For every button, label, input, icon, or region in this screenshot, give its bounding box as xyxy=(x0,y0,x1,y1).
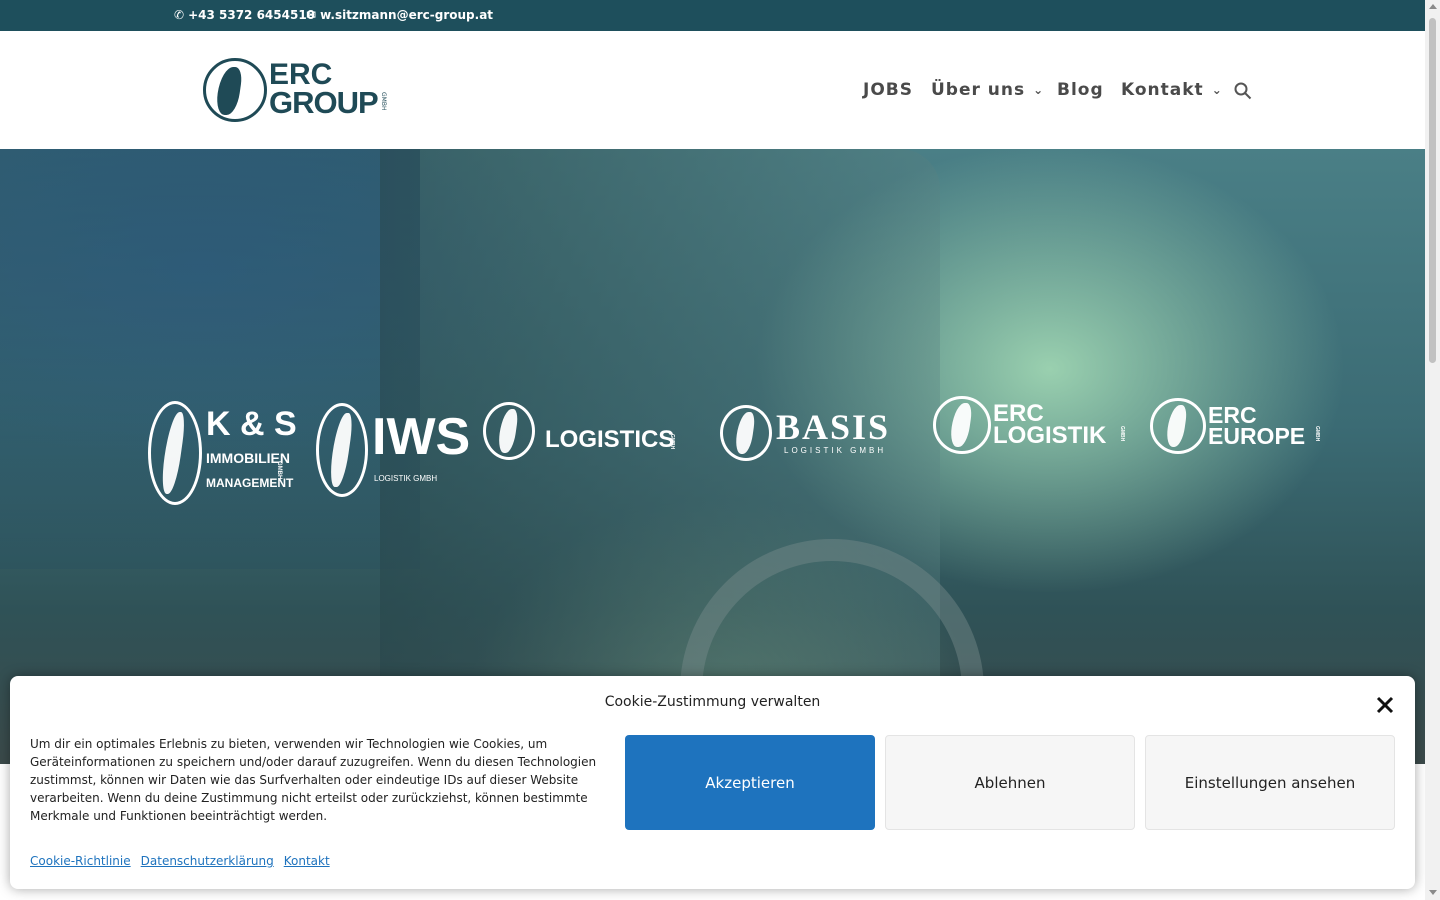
nav-item-label: Kontakt xyxy=(1121,80,1204,100)
top-bar: ✆ +43 5372 6454510 ✉ w.sitzmann@erc-grou… xyxy=(0,0,1425,31)
brand-mark-icon xyxy=(1150,398,1206,454)
close-icon[interactable] xyxy=(1374,694,1396,716)
scrollbar[interactable] xyxy=(1425,0,1440,900)
cookie-consent-banner: Cookie-Zustimmung verwalten Um dir ein o… xyxy=(10,676,1415,889)
nav-item-label: Blog xyxy=(1057,80,1104,100)
brand-suffix: GMBH xyxy=(669,434,675,450)
brand-name: BASIS xyxy=(776,407,891,447)
brand-subtitle: LOGISTIK GMBH xyxy=(374,474,438,483)
site-header: ERC GROUP GMBH JOBS Über uns ⌄ Blog Kont… xyxy=(0,31,1425,149)
brand-name: IWS xyxy=(372,408,471,466)
envelope-icon: ✉ xyxy=(306,8,317,22)
cookie-message: Um dir ein optimales Erlebnis zu bieten,… xyxy=(30,737,597,823)
brand-suffix: GMBH xyxy=(276,461,282,480)
nav-item-ueber-uns[interactable]: Über uns ⌄ xyxy=(931,80,1044,100)
nav-item-label: Über uns xyxy=(931,80,1026,100)
brand-logo-ks[interactable]: K & S IMMOBILIEN MANAGEMENT GMBH xyxy=(148,401,297,506)
brand-mark-icon xyxy=(720,405,772,461)
brand-logo-basis[interactable]: BASIS LOGISTIK GMBH xyxy=(720,405,900,461)
email-link[interactable]: ✉ w.sitzmann@erc-group.at xyxy=(306,8,493,22)
brand-logo-erc-europe[interactable]: ERC EUROPE GMBH xyxy=(1150,398,1325,456)
brand-logo-iws[interactable]: IWS LOGISTIK GMBH xyxy=(316,403,470,497)
phone-icon: ✆ xyxy=(174,8,185,22)
logo-text-group: GROUP xyxy=(269,85,379,120)
view-settings-button[interactable]: Einstellungen ansehen xyxy=(1145,735,1395,830)
chevron-down-icon: ⌄ xyxy=(1033,83,1045,97)
brand-logo-logistics[interactable]: LOGISTICS GMBH xyxy=(483,402,683,462)
hero-banner: K & S IMMOBILIEN MANAGEMENT GMBH IWS LOG… xyxy=(0,149,1425,764)
site-logo[interactable]: ERC GROUP GMBH xyxy=(203,58,393,122)
scrollbar-thumb[interactable] xyxy=(1429,18,1436,363)
deny-button[interactable]: Ablehnen xyxy=(885,735,1135,830)
cookie-policy-link[interactable]: Cookie-Richtlinie xyxy=(30,854,131,868)
brand-mark-icon xyxy=(933,396,991,454)
cookie-links: Cookie-Richtlinie Datenschutzerklärung K… xyxy=(30,854,330,868)
nav-item-blog[interactable]: Blog xyxy=(1057,80,1104,100)
privacy-policy-link[interactable]: Datenschutzerklärung xyxy=(141,854,274,868)
brand-subtitle: LOGISTIK xyxy=(993,422,1107,449)
brand-subtitle: EUROPE xyxy=(1208,423,1306,449)
cookie-title: Cookie-Zustimmung verwalten xyxy=(604,694,821,710)
email-address: w.sitzmann@erc-group.at xyxy=(320,8,494,22)
brand-mark-icon xyxy=(483,402,535,460)
search-icon[interactable] xyxy=(1234,82,1252,100)
accept-button[interactable]: Akzeptieren xyxy=(625,735,875,830)
nav-item-label: JOBS xyxy=(863,80,913,100)
brand-subtitle: LOGISTIK GMBH xyxy=(784,446,887,455)
brand-mark-icon xyxy=(148,401,202,505)
scroll-up-icon[interactable] xyxy=(1429,4,1437,9)
contact-link[interactable]: Kontakt xyxy=(284,854,330,868)
chevron-down-icon: ⌄ xyxy=(1211,83,1223,97)
nav-item-kontakt[interactable]: Kontakt ⌄ xyxy=(1121,80,1223,100)
phone-number: +43 5372 6454510 xyxy=(188,8,316,22)
nav-item-jobs[interactable]: JOBS xyxy=(863,80,913,100)
brand-suffix: GMBH xyxy=(1119,426,1125,442)
logo-text-gmbh: GMBH xyxy=(380,92,387,111)
scroll-down-icon[interactable] xyxy=(1429,890,1437,895)
brand-suffix: GMBH xyxy=(1314,426,1320,442)
brand-name: LOGISTICS xyxy=(545,426,675,453)
brand-logo-erc-logistik[interactable]: ERC LOGISTIK GMBH xyxy=(933,396,1128,456)
brand-name: K & S xyxy=(206,405,297,443)
phone-link[interactable]: ✆ +43 5372 6454510 xyxy=(174,8,315,22)
brand-mark-icon xyxy=(316,403,368,497)
hero-trailer-image xyxy=(0,149,420,569)
logo-mark-icon xyxy=(203,58,267,122)
